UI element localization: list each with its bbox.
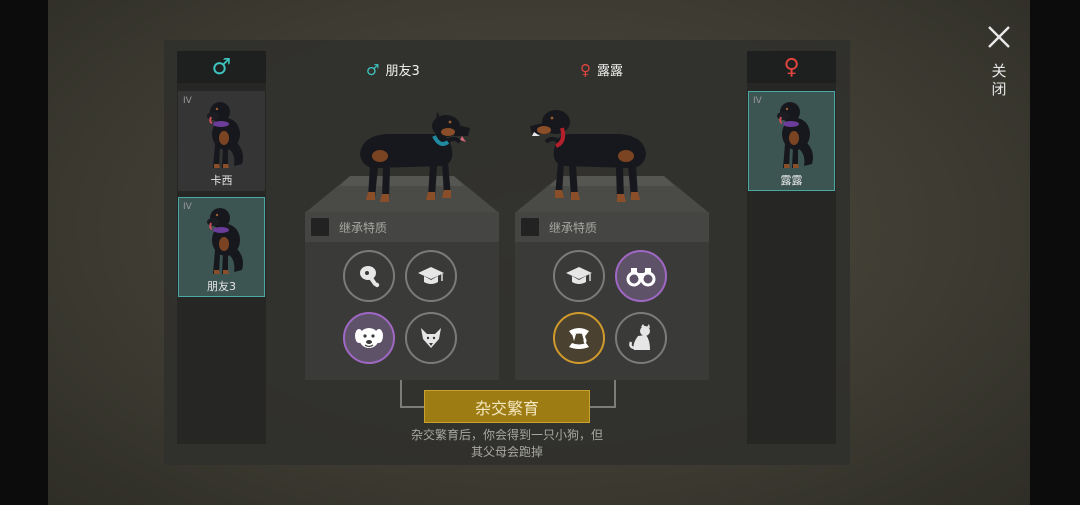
mother-inherit-toggle[interactable]: 继承特质	[515, 212, 709, 242]
trait-wolf[interactable]	[405, 312, 457, 364]
dog-name: 露露	[780, 174, 803, 187]
mother-dog-model	[530, 110, 648, 204]
mother-name: 露露	[597, 64, 624, 79]
father-dog-model	[358, 112, 470, 204]
father-name: 朋友3	[385, 64, 420, 79]
dog-grade: IV	[753, 96, 762, 106]
male-dog-list: ♂ IV 卡西 IV 朋友3	[177, 51, 266, 444]
sitting-cat-icon	[629, 324, 650, 350]
dog-card-lulu[interactable]: IV 露露	[748, 91, 835, 191]
trait-dog-face[interactable]	[343, 312, 395, 364]
dog-card-pengyou3[interactable]: IV 朋友3	[178, 197, 265, 297]
dog-name: 卡西	[210, 174, 233, 187]
binoculars-icon	[626, 268, 656, 287]
graduation-cap-icon	[418, 267, 444, 284]
inherit-checkbox[interactable]	[521, 218, 539, 236]
breed-note-line1: 杂交繁育后，你会得到一只小狗，但	[410, 428, 603, 442]
inherit-checkbox[interactable]	[311, 218, 329, 236]
female-dog-list: ♀ IV 露露	[747, 51, 836, 444]
male-list-header: ♂	[177, 51, 266, 83]
trait-meat[interactable]	[343, 250, 395, 302]
left-border	[0, 0, 48, 505]
dog-face-icon	[355, 328, 383, 348]
close-label[interactable]: 关闭	[990, 62, 1008, 98]
male-symbol-icon: ♂	[211, 54, 232, 80]
breed-note-line2: 其父母会跑掉	[470, 445, 543, 459]
wolf-icon	[421, 328, 441, 348]
trait-education[interactable]	[405, 250, 457, 302]
trait-cat[interactable]	[615, 312, 667, 364]
fangs-icon	[569, 328, 589, 349]
trait-education[interactable]	[553, 250, 605, 302]
female-symbol-icon: ♀	[783, 54, 800, 80]
right-border	[1030, 0, 1080, 505]
meat-icon	[360, 266, 380, 288]
male-symbol-icon: ♂	[366, 60, 380, 79]
crossbreed-button[interactable]: 杂交繁育	[424, 390, 590, 423]
dog-grade: IV	[183, 202, 192, 212]
close-button[interactable]	[984, 22, 1014, 52]
dog-card-kaxi[interactable]: IV 卡西	[178, 91, 265, 191]
female-symbol-icon: ♀	[580, 60, 591, 79]
breed-note: 杂交繁育后，你会得到一只小狗，但 其父母会跑掉	[380, 427, 634, 461]
father-title: ♂ 朋友3	[366, 60, 420, 80]
trait-binoculars[interactable]	[615, 250, 667, 302]
trait-fangs[interactable]	[553, 312, 605, 364]
father-trait-panel: 继承特质	[305, 212, 499, 380]
dog-portrait-icon	[206, 101, 244, 169]
mother-trait-panel: 继承特质	[515, 212, 709, 380]
father-inherit-toggle[interactable]: 继承特质	[305, 212, 499, 242]
inherit-label: 继承特质	[339, 220, 388, 235]
mother-title: ♀ 露露	[580, 60, 624, 80]
dog-name: 朋友3	[207, 280, 236, 293]
dog-portrait-icon	[206, 207, 244, 275]
female-list-header: ♀	[747, 51, 836, 83]
close-icon	[988, 26, 1010, 48]
dog-portrait-icon	[776, 101, 814, 169]
inherit-label: 继承特质	[549, 220, 598, 235]
graduation-cap-icon	[566, 267, 592, 284]
dog-grade: IV	[183, 96, 192, 106]
